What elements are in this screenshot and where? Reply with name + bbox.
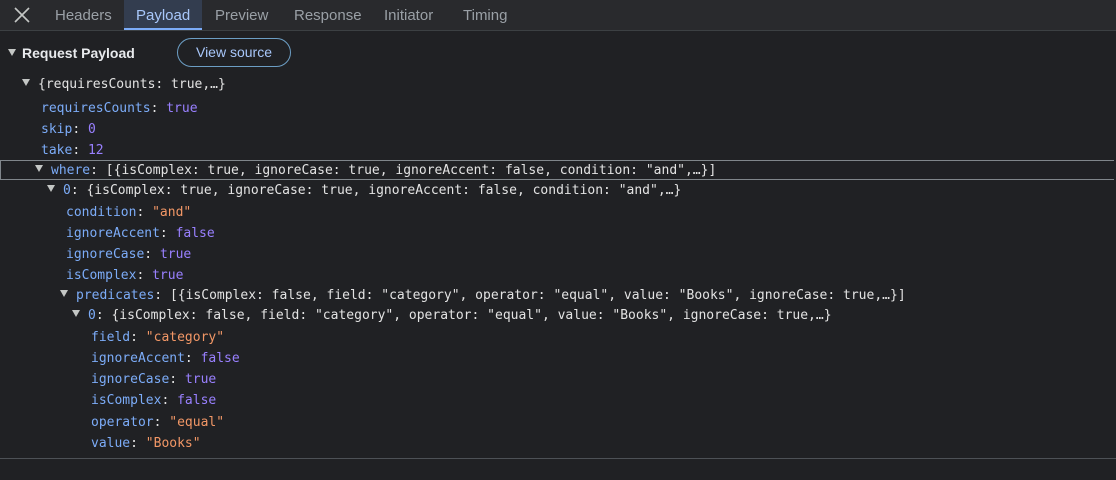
tab-response[interactable]: Response — [282, 0, 374, 30]
triangle-down-icon — [35, 165, 43, 172]
property-key: isComplex — [66, 268, 137, 283]
tree-item-operator[interactable]: operator: "equal" — [91, 412, 224, 433]
request-payload-header[interactable]: Request Payload — [8, 43, 135, 63]
tab-payload[interactable]: Payload — [124, 0, 203, 30]
property-value: 12 — [87, 143, 104, 158]
triangle-down-icon — [72, 310, 80, 317]
property-key: ignoreCase — [91, 372, 170, 387]
close-button[interactable] — [10, 3, 34, 27]
tab-timing[interactable]: Timing — [451, 0, 519, 30]
tree-item-ignoreCase[interactable]: ignoreCase: true — [66, 244, 191, 265]
view-source-button[interactable]: View source — [177, 38, 291, 67]
close-icon — [14, 7, 30, 23]
tree-item-pred-isComplex[interactable]: isComplex: false — [91, 390, 216, 411]
tab-bar: Headers Payload Preview Response Initiat… — [0, 0, 1116, 31]
property-key: where — [51, 163, 91, 178]
tree-item-predicates[interactable]: predicates: [{isComplex: false, field: "… — [60, 285, 906, 306]
property-value: true — [166, 101, 198, 116]
tree-item-ignoreAccent[interactable]: ignoreAccent: false — [66, 223, 215, 244]
tree-item-predicates-0[interactable]: 0: {isComplex: false, field: "category",… — [72, 305, 832, 326]
property-value: false — [177, 393, 217, 408]
tree-item-take[interactable]: take: 12 — [41, 140, 104, 161]
tree-item-pred-ignoreAccent[interactable]: ignoreAccent: false — [91, 348, 240, 369]
triangle-down-icon — [47, 185, 55, 192]
property-value: true — [152, 268, 184, 283]
where-0-summary: {isComplex: true, ignoreCase: true, igno… — [86, 183, 682, 198]
tab-headers[interactable]: Headers — [43, 0, 124, 30]
tree-item-where-0[interactable]: 0: {isComplex: true, ignoreCase: true, i… — [47, 180, 681, 201]
tab-preview[interactable]: Preview — [203, 0, 280, 30]
section-title: Request Payload — [22, 45, 135, 61]
property-key: 0 — [88, 308, 96, 323]
property-key: ignoreAccent — [91, 351, 185, 366]
property-key: take — [41, 143, 73, 158]
tree-item-field[interactable]: field: "category" — [91, 327, 224, 348]
property-value: 0 — [87, 122, 96, 137]
property-value: true — [159, 247, 192, 262]
property-key: operator — [91, 415, 154, 430]
property-key: skip — [41, 122, 73, 137]
where-summary: [{isComplex: true, ignoreCase: true, ign… — [105, 163, 717, 178]
property-value: true — [184, 372, 217, 387]
property-key: isComplex — [91, 393, 162, 408]
property-value: false — [175, 226, 215, 241]
triangle-down-icon — [60, 290, 68, 297]
property-key: predicates — [76, 288, 155, 303]
property-value: "category" — [145, 330, 225, 345]
tree-item-pred-ignoreCase[interactable]: ignoreCase: true — [91, 369, 216, 390]
predicates-0-summary: {isComplex: false, field: "category", op… — [111, 308, 832, 323]
tree-item-where[interactable]: where: [{isComplex: true, ignoreCase: tr… — [35, 160, 716, 181]
tree-item-requiresCounts[interactable]: requiresCounts: true — [41, 98, 198, 119]
property-value: "equal" — [169, 415, 225, 430]
property-key: ignoreCase — [66, 247, 145, 262]
property-key: requiresCounts — [41, 101, 151, 116]
predicates-summary: [{isComplex: false, field: "category", o… — [169, 288, 906, 303]
triangle-down-icon — [8, 48, 16, 56]
property-key: 0 — [63, 183, 71, 198]
triangle-down-icon — [22, 79, 30, 86]
tree-item-isComplex[interactable]: isComplex: true — [66, 265, 183, 286]
property-key: condition — [66, 205, 137, 220]
tree-root[interactable]: {requiresCounts: true,…} — [22, 74, 226, 95]
property-value: false — [200, 351, 240, 366]
tab-initiator[interactable]: Initiator — [372, 0, 445, 30]
tree-item-condition[interactable]: condition: "and" — [66, 202, 191, 223]
divider — [0, 458, 1116, 459]
tree-item-skip[interactable]: skip: 0 — [41, 119, 96, 140]
property-value: "Books" — [145, 436, 201, 451]
tree-item-value[interactable]: value: "Books" — [91, 433, 201, 454]
property-key: ignoreAccent — [66, 226, 160, 241]
root-summary: {requiresCounts: true,…} — [38, 77, 226, 92]
property-value: "and" — [152, 205, 192, 220]
property-key: value — [91, 436, 131, 451]
property-key: field — [91, 330, 131, 345]
